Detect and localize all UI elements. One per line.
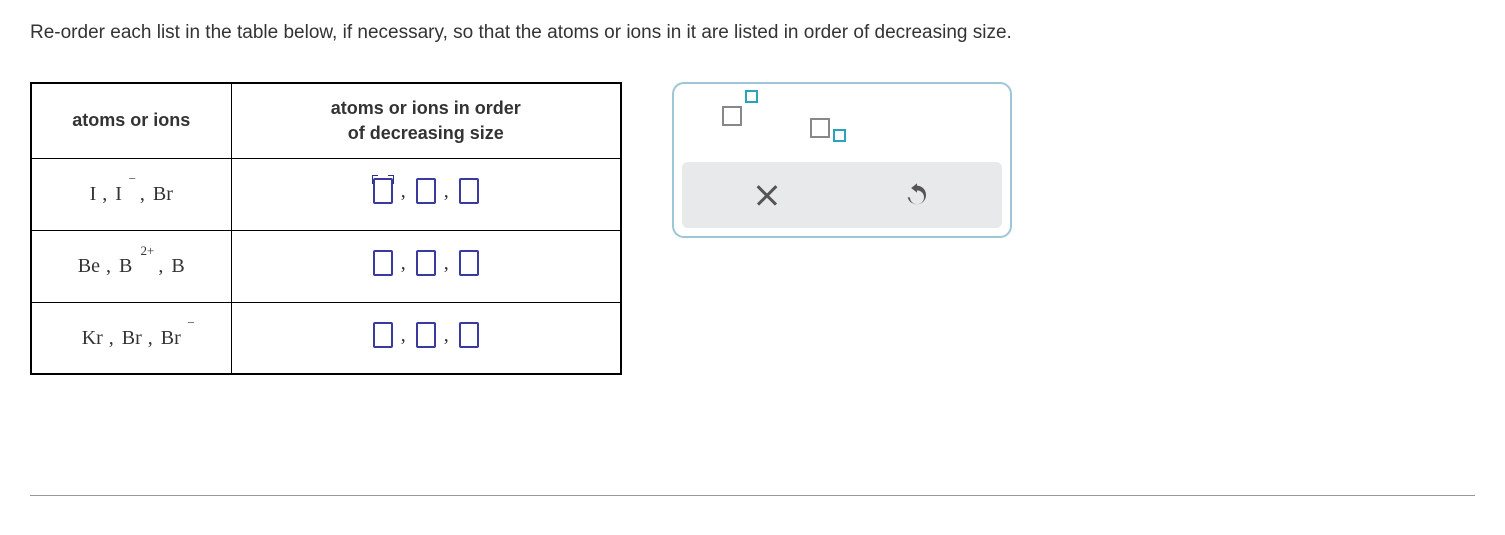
close-icon [754, 182, 780, 208]
formatting-toolbox [672, 82, 1012, 238]
answer-input[interactable] [416, 178, 436, 204]
answer-input[interactable] [459, 250, 479, 276]
answer-cell: , , [231, 302, 621, 374]
instruction-text: Re-order each list in the table below, i… [30, 20, 1475, 47]
undo-icon [903, 181, 931, 209]
clear-button[interactable] [752, 180, 782, 210]
table-row: Be, B2+, B , , [31, 230, 621, 302]
species-cell: Be, B2+, B [31, 230, 231, 302]
subscript-button[interactable] [806, 102, 848, 144]
bottom-divider [30, 495, 1475, 496]
header-ordered: atoms or ions in order of decreasing siz… [231, 83, 621, 159]
answer-input[interactable] [373, 322, 393, 348]
content-row: atoms or ions atoms or ions in order of … [30, 82, 1475, 376]
table-row: I, I−, Br , , [31, 158, 621, 230]
answer-cell: , , [231, 158, 621, 230]
species-table: atoms or ions atoms or ions in order of … [30, 82, 622, 376]
table-row: Kr, Br, Br− , , [31, 302, 621, 374]
undo-button[interactable] [902, 180, 932, 210]
species-cell: Kr, Br, Br− [31, 302, 231, 374]
answer-cell: , , [231, 230, 621, 302]
answer-input[interactable] [459, 178, 479, 204]
answer-input[interactable] [459, 322, 479, 348]
header-atoms-or-ions: atoms or ions [31, 83, 231, 159]
superscript-button[interactable] [718, 90, 760, 132]
palette-row [674, 84, 1010, 162]
answer-input[interactable] [416, 322, 436, 348]
action-row [682, 162, 1002, 228]
answer-input[interactable] [416, 250, 436, 276]
species-cell: I, I−, Br [31, 158, 231, 230]
answer-input[interactable] [373, 178, 393, 204]
answer-input[interactable] [373, 250, 393, 276]
